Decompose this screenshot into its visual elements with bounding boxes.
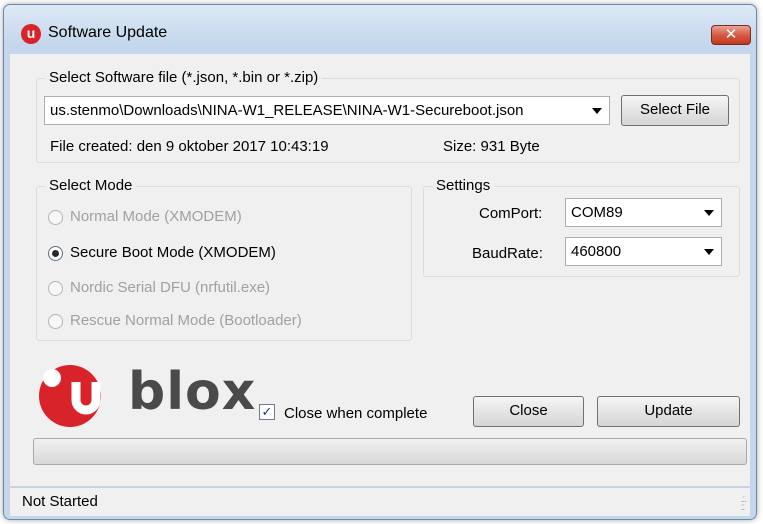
ublox-app-icon: u [21, 24, 41, 44]
file-size-text: Size: 931 Byte [443, 138, 540, 155]
chevron-down-icon[interactable] [592, 108, 602, 114]
comport-value[interactable]: COM89 [571, 204, 623, 221]
file-created-text: File created: den 9 oktober 2017 10:43:1… [50, 138, 329, 155]
close-button[interactable]: Close [473, 396, 584, 427]
baudrate-label: BaudRate: [472, 245, 543, 262]
close-when-complete-label[interactable]: Close when complete [284, 405, 427, 422]
software-file-group-label: Select Software file (*.json, *.bin or *… [45, 69, 323, 86]
radio-secure-boot-mode[interactable] [48, 246, 63, 261]
update-progress-bar [33, 438, 747, 465]
resize-grip-icon[interactable]: .:.:: [741, 495, 747, 513]
baudrate-select[interactable]: 460800 [565, 237, 722, 266]
title-bar[interactable]: u Software Update ✕ [4, 5, 756, 55]
settings-group-label: Settings [432, 177, 495, 194]
comport-select[interactable]: COM89 [565, 198, 722, 227]
ublox-logo-text: blox [128, 362, 257, 422]
file-path-combobox[interactable]: us.stenmo\Downloads\NINA-W1_RELEASE\NINA… [44, 96, 610, 125]
select-file-button[interactable]: Select File [621, 95, 729, 126]
status-text: Not Started [22, 493, 98, 510]
ublox-logo-mark-icon [39, 365, 101, 427]
radio-normal-mode-label[interactable]: Normal Mode (XMODEM) [70, 208, 242, 225]
status-bar: Not Started .:.:: [10, 487, 750, 516]
radio-rescue-normal-mode-label[interactable]: Rescue Normal Mode (Bootloader) [70, 312, 302, 329]
window-close-button[interactable]: ✕ [711, 25, 751, 45]
comport-label: ComPort: [479, 205, 543, 222]
close-icon: ✕ [724, 26, 738, 43]
close-when-complete-checkbox[interactable]: ✓ [259, 404, 275, 420]
radio-nordic-serial-dfu-label[interactable]: Nordic Serial DFU (nrfutil.exe) [70, 279, 270, 296]
radio-secure-boot-mode-label[interactable]: Secure Boot Mode (XMODEM) [70, 244, 276, 261]
update-button[interactable]: Update [597, 396, 740, 427]
ublox-logo: blox [36, 360, 255, 430]
window-title: Software Update [48, 24, 168, 41]
radio-nordic-serial-dfu[interactable] [48, 281, 63, 296]
chevron-down-icon[interactable] [704, 249, 714, 255]
file-path-value[interactable]: us.stenmo\Downloads\NINA-W1_RELEASE\NINA… [50, 102, 580, 119]
select-mode-group-label: Select Mode [45, 177, 137, 194]
baudrate-value[interactable]: 460800 [571, 243, 621, 260]
radio-rescue-normal-mode[interactable] [48, 314, 63, 329]
chevron-down-icon[interactable] [704, 210, 714, 216]
radio-normal-mode[interactable] [48, 210, 63, 225]
